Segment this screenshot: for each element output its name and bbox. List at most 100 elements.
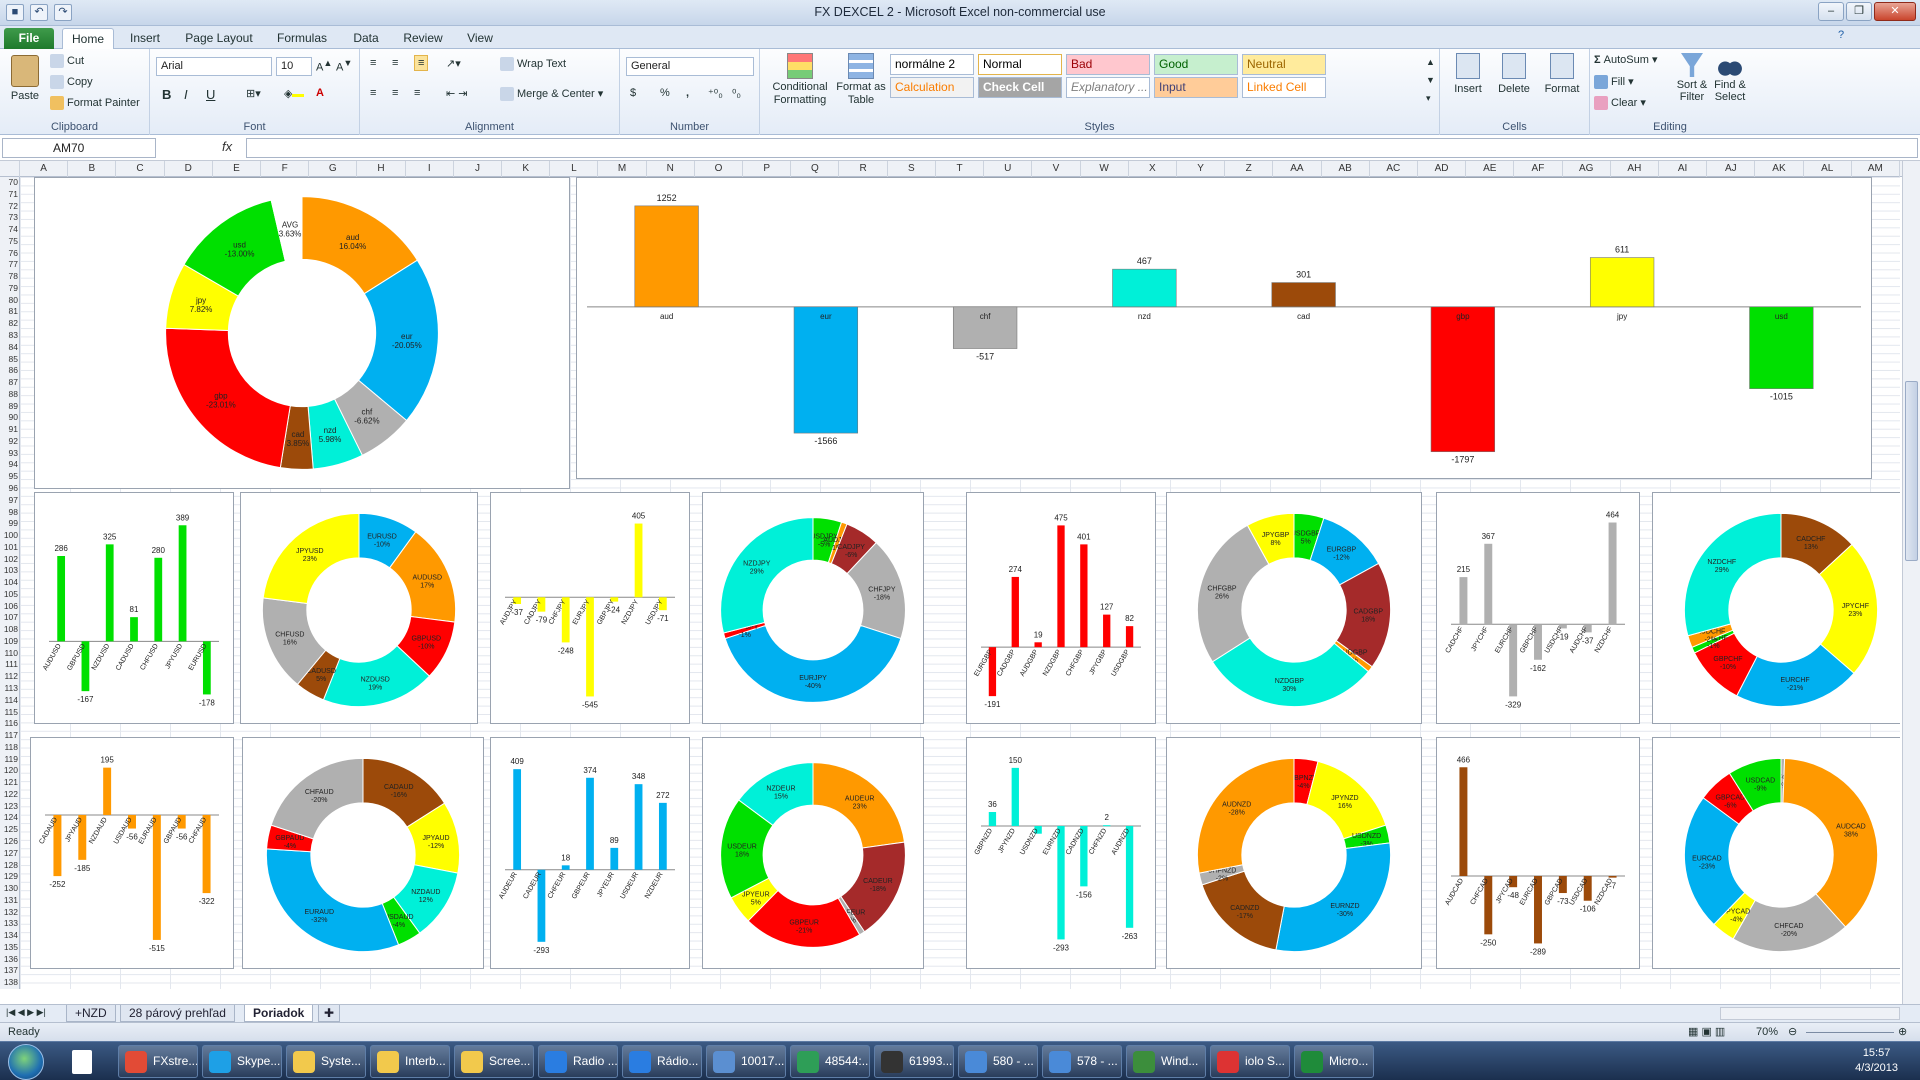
sheet-nav-icon[interactable]: |◀ ◀ ▶ ▶|: [6, 1007, 46, 1018]
donut-chart-3[interactable]: EURUSD -10% AUDUSD 17% GBPUSD -10% NZDUSD 19% CA…: [240, 492, 478, 724]
percent-button[interactable]: %: [660, 87, 670, 99]
row-header[interactable]: 130: [0, 883, 19, 895]
taskbar-item-12[interactable]: Wind...: [1126, 1045, 1206, 1078]
column-header-W[interactable]: W: [1081, 161, 1129, 177]
donut-chart-17[interactable]: CHFCAD 0% AUDCAD 38% CHFCAD -20% JPYCAD -4% EURC…: [1652, 737, 1900, 969]
comma-button[interactable]: ,: [686, 87, 689, 99]
find-select-button[interactable]: Find & Select: [1712, 53, 1748, 103]
cut-button[interactable]: Cut: [50, 54, 84, 68]
align-center-icon[interactable]: ≡: [392, 87, 398, 99]
tab-review[interactable]: Review: [396, 28, 450, 49]
row-header[interactable]: 83: [0, 330, 19, 342]
align-top-icon[interactable]: ≡: [370, 57, 376, 69]
row-header[interactable]: 102: [0, 554, 19, 566]
row-header[interactable]: 115: [0, 707, 19, 719]
row-header[interactable]: 89: [0, 401, 19, 413]
column-header-AG[interactable]: AG: [1563, 161, 1611, 177]
row-header[interactable]: 103: [0, 565, 19, 577]
row-header[interactable]: 76: [0, 248, 19, 260]
insert-sheet-icon[interactable]: ✚: [318, 1005, 341, 1022]
row-header[interactable]: 101: [0, 542, 19, 554]
bar-chart-6[interactable]: -191 EURGBP 274 CADGBP 19 AUDGBP 475 NZDGBP 401 C…: [966, 492, 1156, 724]
row-header[interactable]: 105: [0, 589, 19, 601]
taskbar-item-3[interactable]: Interb...: [370, 1045, 450, 1078]
row-header[interactable]: 116: [0, 718, 19, 730]
row-header[interactable]: 98: [0, 507, 19, 519]
bar-chart-8[interactable]: 215 CADCHF 367 JPYCHF -329 EURCHF -162 GBPCHF -1…: [1436, 492, 1640, 724]
column-header-T[interactable]: T: [936, 161, 985, 177]
normal-view-icon[interactable]: ▦ ▣ ▥: [1688, 1025, 1725, 1038]
bar-chart-2[interactable]: 286 AUDUSD -167 GBPUSD 325 NZDUSD 81 CADUSD 280 C…: [34, 492, 234, 724]
row-header[interactable]: 78: [0, 271, 19, 283]
column-header-C[interactable]: C: [116, 161, 165, 177]
column-header-Y[interactable]: Y: [1177, 161, 1226, 177]
cell-style-9[interactable]: Linked Cell: [1242, 77, 1326, 98]
name-box[interactable]: AM70: [2, 138, 156, 158]
row-header[interactable]: 127: [0, 848, 19, 860]
row-header[interactable]: 99: [0, 518, 19, 530]
bar-chart-16[interactable]: 466 AUDCAD -250 CHFCAD -48 JPYCAD -289 EURCAD -7…: [1436, 737, 1640, 969]
row-header[interactable]: 125: [0, 824, 19, 836]
tab-data[interactable]: Data: [344, 28, 388, 49]
font-name-select[interactable]: Arial: [156, 57, 272, 76]
bar-chart-4[interactable]: -37 AUDJPY -79 CADJPY -248 CHFJPY -545 EURJPY -2…: [490, 492, 690, 724]
column-header-AA[interactable]: AA: [1273, 161, 1322, 177]
zoom-in-icon[interactable]: ⊕: [1898, 1025, 1907, 1038]
row-header[interactable]: 77: [0, 259, 19, 271]
system-clock[interactable]: 15:57 4/3/2013: [1855, 1046, 1898, 1076]
column-header-Q[interactable]: Q: [791, 161, 840, 177]
column-header-D[interactable]: D: [165, 161, 213, 177]
column-header-F[interactable]: F: [261, 161, 310, 177]
column-header-R[interactable]: R: [839, 161, 888, 177]
insert-function-icon[interactable]: fx: [222, 139, 232, 154]
taskbar-item-1[interactable]: Skype...: [202, 1045, 282, 1078]
font-size-select[interactable]: 10: [276, 57, 312, 76]
document-icon[interactable]: [72, 1050, 92, 1074]
row-header[interactable]: 133: [0, 918, 19, 930]
cell-style-8[interactable]: Input: [1154, 77, 1238, 98]
format-as-table-button[interactable]: Format as Table: [836, 53, 886, 107]
row-header[interactable]: 122: [0, 789, 19, 801]
taskbar-item-14[interactable]: Micro...: [1294, 1045, 1374, 1078]
cell-style-6[interactable]: Check Cell: [978, 77, 1062, 98]
sheet-tab-nzd[interactable]: +NZD: [66, 1005, 116, 1022]
column-header-K[interactable]: K: [502, 161, 551, 177]
bold-button[interactable]: B: [162, 87, 171, 102]
row-header[interactable]: 134: [0, 930, 19, 942]
row-header[interactable]: 79: [0, 283, 19, 295]
row-header[interactable]: 92: [0, 436, 19, 448]
conditional-formatting-button[interactable]: Conditional Formatting: [768, 53, 832, 107]
row-header[interactable]: 123: [0, 801, 19, 813]
column-header-H[interactable]: H: [357, 161, 406, 177]
taskbar-item-2[interactable]: Syste...: [286, 1045, 366, 1078]
currency-button[interactable]: $: [630, 87, 636, 99]
cell-style-3[interactable]: Good: [1154, 54, 1238, 75]
tab-page-layout[interactable]: Page Layout: [178, 28, 260, 49]
taskbar-item-13[interactable]: iolo S...: [1210, 1045, 1290, 1078]
column-header-AK[interactable]: AK: [1755, 161, 1804, 177]
delete-cells-button[interactable]: Delete: [1494, 53, 1534, 95]
row-header[interactable]: 128: [0, 860, 19, 872]
row-header[interactable]: 114: [0, 695, 19, 707]
column-header-E[interactable]: E: [213, 161, 262, 177]
row-header[interactable]: 119: [0, 754, 19, 766]
horizontal-scrollbar[interactable]: [1720, 1007, 1900, 1020]
zoom-out-icon[interactable]: ⊖: [1788, 1025, 1797, 1038]
row-header[interactable]: 120: [0, 765, 19, 777]
select-all-corner[interactable]: [0, 161, 20, 177]
grow-font-icon[interactable]: A▲: [316, 58, 332, 74]
help-icon[interactable]: ?: [1838, 29, 1844, 41]
donut-chart-15[interactable]: GBPNZD -4% JPYNZD 16% USDNZD -3% EURNZD -30% CAD…: [1166, 737, 1422, 969]
fill-color-icon[interactable]: ◈: [284, 87, 305, 100]
row-header[interactable]: 82: [0, 318, 19, 330]
column-header-O[interactable]: O: [695, 161, 744, 177]
column-header-G[interactable]: G: [309, 161, 358, 177]
row-header[interactable]: 72: [0, 201, 19, 213]
row-header[interactable]: 121: [0, 777, 19, 789]
column-header-X[interactable]: X: [1129, 161, 1177, 177]
worksheet-grid[interactable]: aud 16.04% eur -20.05% chf -6.62% nzd 5.98% cad 3…: [20, 177, 1900, 989]
taskbar-item-0[interactable]: FXstre...: [118, 1045, 198, 1078]
bar-chart-14[interactable]: 36 GBPNZD 150 JPYNZD USDNZD -293 EURNZD -156 CAD…: [966, 737, 1156, 969]
column-header-AI[interactable]: AI: [1659, 161, 1708, 177]
row-header[interactable]: 80: [0, 295, 19, 307]
